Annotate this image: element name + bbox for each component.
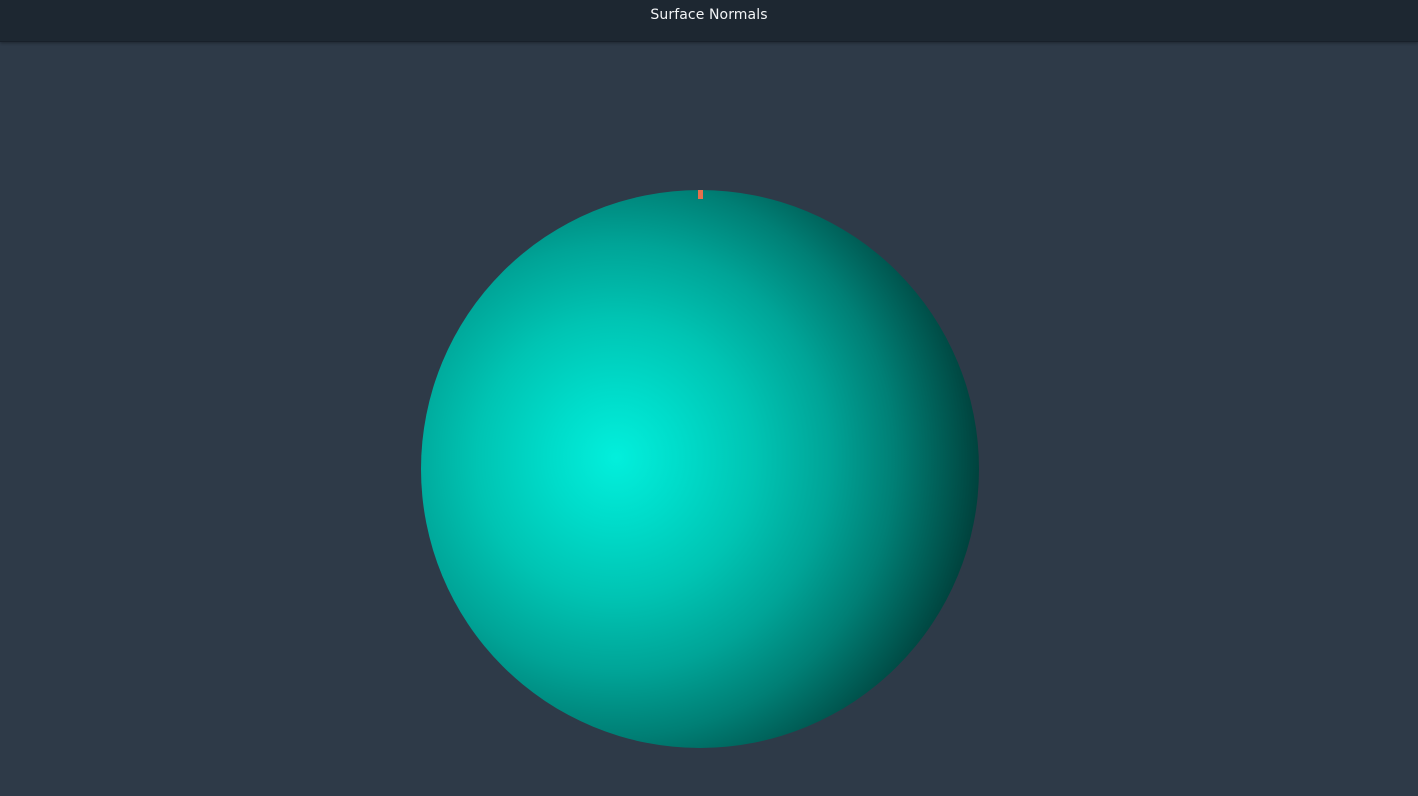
shaded-sphere[interactable] <box>421 190 979 748</box>
title-bar: Surface Normals <box>0 0 1418 42</box>
window-title: Surface Normals <box>650 7 768 23</box>
normal-marker <box>698 190 703 199</box>
3d-viewport[interactable] <box>0 42 1418 796</box>
app-window: Surface Normals <box>0 0 1418 796</box>
